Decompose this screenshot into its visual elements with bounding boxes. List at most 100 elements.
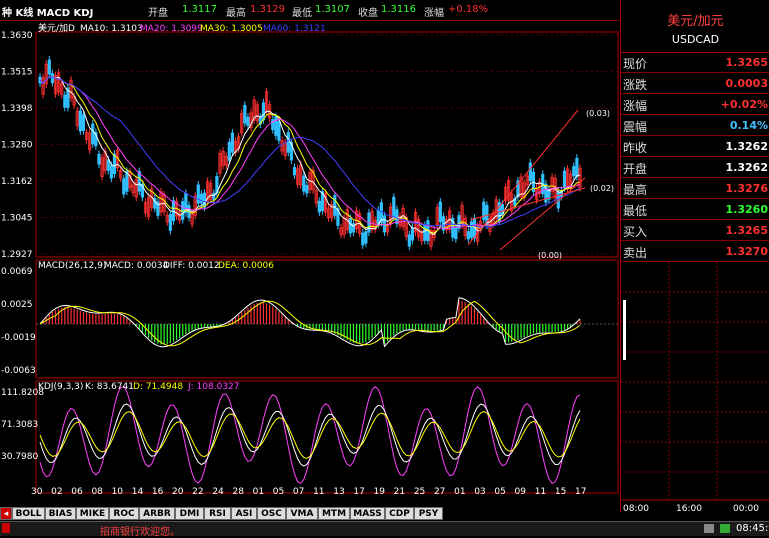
candle-body (97, 153, 101, 165)
quote-row-label: 开盘 (623, 162, 648, 176)
tab-roc[interactable]: ROC (109, 507, 139, 520)
d-line (39, 411, 581, 459)
candle-body (317, 200, 321, 213)
candle-body (122, 178, 126, 195)
macd-value: MACD: 0.0034 (104, 261, 169, 271)
macd-histogram (42, 300, 581, 345)
macd-y-tick: -0.0063 (1, 366, 36, 376)
x-tick-label: 22 (192, 487, 203, 495)
quote-row: 买入 1.3265 (621, 220, 769, 241)
tab-scroll-left[interactable]: ◂ (0, 507, 12, 520)
candle-body (230, 132, 235, 153)
candle-body (196, 184, 200, 204)
chart-canvas[interactable]: 1.3630 1.3515 1.3398 1.3280 1.3162 1.3045 1.29… (0, 20, 620, 495)
tab-cdp[interactable]: CDP (385, 507, 414, 520)
quote-row-label: 涨幅 (623, 99, 648, 113)
annotation-mid: (0.02) (590, 184, 614, 193)
close-label: 收盘 (358, 8, 378, 19)
macd-y-axis: 0.0069 0.0025 -0.0019 -0.0063 (1, 267, 36, 376)
tab-mtm[interactable]: MTM (318, 507, 350, 520)
candle-body (199, 193, 203, 204)
x-tick-label: 08 (91, 487, 103, 495)
tab-bias[interactable]: BIAS (45, 507, 76, 520)
quote-row: 涨幅 +0.02% (621, 94, 769, 115)
x-tick-label: 27 (434, 487, 445, 495)
x-tick-label: 01 (454, 487, 465, 495)
candle-body (410, 227, 415, 241)
candle-body (305, 185, 309, 194)
x-tick-label: 11 (535, 487, 546, 495)
tab-boll[interactable]: BOLL (12, 507, 45, 520)
candle-body (348, 218, 352, 234)
kdj-legend: KDJ(9,3,3) (38, 382, 83, 392)
candle-body (364, 231, 368, 244)
candle-body (112, 153, 117, 175)
price-y-tick: 1.3630 (1, 31, 33, 41)
candle-body (469, 221, 473, 238)
tab-osc[interactable]: OSC (257, 507, 286, 520)
annotation-lower: (0.00) (538, 251, 562, 260)
candle-body (171, 200, 176, 222)
quote-row-label: 昨收 (623, 141, 648, 155)
quote-row-value: 0.0003 (725, 77, 768, 90)
x-tick-label: 21 (394, 487, 405, 495)
candle-body (423, 225, 427, 241)
kdj-y-tick: 30.7980 (1, 452, 38, 462)
high-label: 最高 (226, 8, 246, 19)
close-value: 1.3116 (381, 4, 416, 15)
price-y-tick: 1.2927 (1, 250, 33, 260)
candle-body (333, 195, 337, 216)
j-value: J: 108.0327 (187, 382, 240, 392)
tab-rsi[interactable]: RSI (204, 507, 231, 520)
tab-mike[interactable]: MIKE (76, 507, 109, 520)
candle-body (482, 201, 486, 221)
quote-row-label: 卖出 (623, 246, 648, 260)
ma10-legend: MA10: 1.3103 (80, 24, 143, 34)
diff-value: DIFF: 0.0012 (163, 261, 220, 271)
x-tick-label: 15 (555, 487, 566, 495)
candle-body (572, 166, 576, 177)
price-y-tick: 1.3280 (1, 141, 33, 151)
tick-marker (623, 300, 626, 360)
tab-asi[interactable]: ASI (231, 507, 257, 520)
tab-arbr[interactable]: ARBR (139, 507, 175, 520)
candle-body (47, 59, 51, 75)
quote-row: 卖出 1.3270 (621, 241, 769, 262)
quote-row-value: 1.3262 (725, 161, 768, 174)
tab-psy[interactable]: PSY (414, 507, 443, 520)
j-line (39, 386, 581, 485)
price-y-tick: 1.3515 (1, 68, 33, 78)
candle-body (78, 110, 82, 132)
tab-dmi[interactable]: DMI (175, 507, 204, 520)
tab-mass[interactable]: MASS (350, 507, 385, 520)
quote-row-label: 现价 (623, 57, 648, 71)
quote-header: 美元/加元 USDCAD (621, 0, 769, 53)
quote-row: 最高 1.3276 (621, 178, 769, 199)
quote-row: 现价 1.3265 (621, 52, 769, 73)
tick-time-0: 08:00 (623, 504, 649, 512)
x-tick-label: 01 (253, 487, 264, 495)
status-marquee: 招商银行欢迎您。 (100, 527, 180, 538)
change-value: +0.18% (448, 4, 489, 15)
macd-y-tick: -0.0019 (1, 333, 36, 343)
price-grid (36, 34, 618, 255)
macd-legend: MACD(26,12,9) (38, 261, 106, 271)
status-clock: 08:45:22 (736, 523, 769, 534)
ma60-legend: MA60: 1.3121 (263, 24, 326, 34)
candle-body (168, 214, 172, 231)
change-label: 涨幅 (424, 8, 444, 19)
candle-body (286, 132, 290, 153)
tick-time-1: 16:00 (676, 504, 702, 512)
quote-row-label: 买入 (623, 225, 648, 239)
network-icon (704, 524, 714, 533)
price-y-tick: 1.3398 (1, 104, 33, 114)
x-tick-label: 03 (474, 487, 485, 495)
candle-body (227, 141, 231, 161)
x-tick-label: 28 (232, 487, 244, 495)
candle-body (106, 159, 110, 171)
candle-body (361, 232, 365, 246)
quote-row-value: 0.14% (729, 119, 768, 132)
tab-vma[interactable]: VMA (286, 507, 318, 520)
candle-body (438, 201, 442, 223)
x-tick-label: 17 (575, 487, 586, 495)
